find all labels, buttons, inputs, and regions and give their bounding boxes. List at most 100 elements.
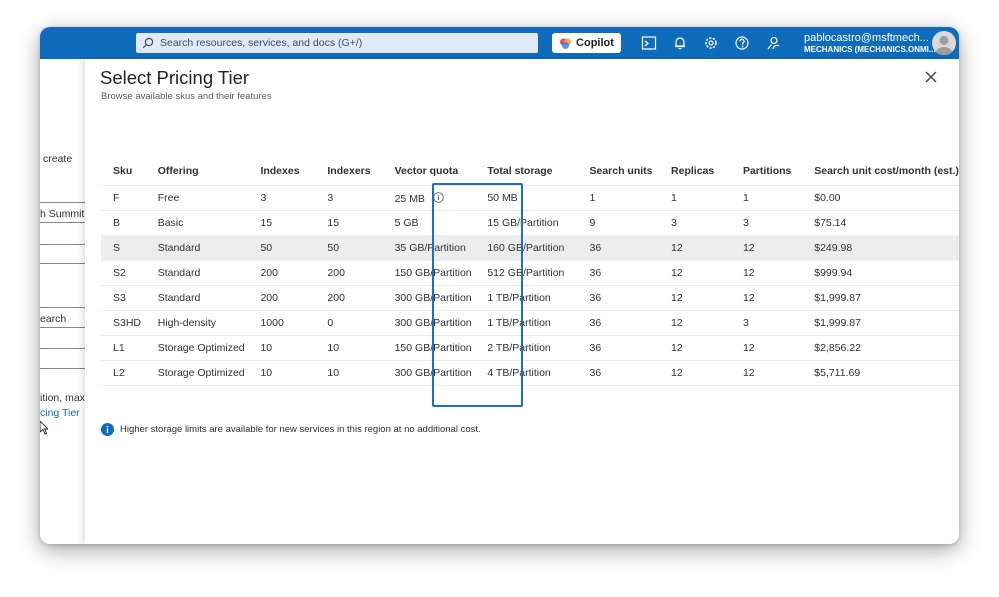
cell-text: 12 — [742, 342, 755, 354]
avatar[interactable] — [932, 31, 956, 55]
column-header[interactable]: Indexers — [315, 157, 383, 186]
table-cell: F — [101, 185, 146, 211]
bg-link-pricing-tier[interactable]: cing Tier — [40, 407, 80, 419]
bg-field-border — [40, 202, 85, 203]
table-row[interactable]: F Free 3 3 25 MB 50 MB 1 1 1 $0.00 — [101, 185, 959, 211]
info-circle-icon[interactable] — [433, 191, 444, 203]
vector-quota-cell: 300 GB/Partition — [382, 310, 476, 336]
table-row[interactable]: S Standard 50 50 35 GB/Partition 160 GB/Parti… — [101, 235, 959, 261]
cell-text: 150 GB/Partition — [394, 267, 472, 279]
cell-text: 15 GB/Partition — [487, 217, 559, 229]
vector-quota-cell: 150 GB/Partition — [382, 260, 476, 286]
table-cell: $249.98 — [802, 235, 959, 261]
cell-text: 1 TB/Partition — [487, 292, 551, 304]
column-header[interactable]: Offering — [145, 157, 249, 186]
table-row[interactable]: S3HD High-density 1000 0 300 GB/Partition 1 T… — [101, 310, 959, 336]
table-row[interactable]: L1 Storage Optimized 10 10 150 GB/Partition 2… — [101, 335, 959, 361]
cell-text: S — [113, 242, 121, 254]
table-cell: Standard — [145, 285, 249, 311]
copilot-icon — [560, 38, 572, 49]
vector-quota-cell: 300 GB/Partition — [382, 360, 476, 386]
bg-field-border — [40, 222, 85, 223]
cell-text: 200 — [260, 292, 278, 304]
cell-text: 35 GB/Partition — [394, 242, 466, 254]
table-cell: 12 — [730, 260, 803, 286]
cell-text: Free — [157, 192, 180, 204]
table-cell: S3 — [101, 285, 146, 311]
column-header[interactable]: Sku — [101, 157, 146, 186]
gear-icon[interactable] — [703, 35, 719, 51]
cell-text: 5 GB — [394, 217, 419, 229]
column-header-vector-quota[interactable]: Vector quota — [382, 157, 476, 186]
cell-text: L1 — [113, 342, 125, 354]
cell-text: $5,711.69 — [814, 367, 861, 379]
info-message: Higher storage limits are available for … — [101, 423, 481, 436]
table-cell: 3 — [315, 185, 383, 211]
cell-text: $1,999.87 — [814, 292, 861, 304]
bg-text-summit: h Summit — [40, 208, 85, 220]
table-cell: 15 — [315, 210, 383, 236]
table-row[interactable]: L2 Storage Optimized 10 10 300 GB/Partition 4… — [101, 360, 959, 386]
cloud-shell-icon[interactable] — [641, 35, 657, 51]
cell-text: 1000 — [260, 317, 284, 329]
cell-text: B — [113, 217, 121, 229]
table-cell: 4 TB/Partition — [475, 360, 578, 386]
table-cell: 12 — [730, 235, 803, 261]
user-name[interactable]: pablocastro@msftmech... — [804, 32, 929, 44]
copilot-button[interactable]: Copilot — [552, 33, 621, 53]
cell-text: 50 — [260, 242, 273, 254]
cell-text: 1 — [671, 192, 677, 204]
table-cell: L1 — [101, 335, 146, 361]
table-cell: 10 — [315, 360, 383, 386]
pricing-tier-blade: Select Pricing Tier Browse available sku… — [85, 59, 959, 544]
cell-text: 12 — [742, 367, 755, 379]
cell-text: Storage Optimized — [157, 342, 245, 354]
column-header[interactable]: Total storage — [475, 157, 578, 186]
table-cell: 50 — [248, 235, 316, 261]
column-header[interactable]: Search units — [577, 157, 660, 186]
feedback-icon[interactable] — [765, 35, 781, 51]
table-cell: 12 — [659, 260, 731, 286]
search-input[interactable]: Search resources, services, and docs (G+… — [136, 33, 538, 53]
cell-text: L2 — [113, 367, 125, 379]
table-row[interactable]: B Basic 15 15 5 GB 15 GB/Partition 9 3 3 $75.14 — [101, 210, 959, 236]
cell-text: 12 — [742, 242, 755, 254]
cell-text: 12 — [671, 342, 683, 354]
table-cell: 10 — [248, 335, 316, 361]
cell-text: 300 GB/Partition — [394, 317, 472, 329]
column-header[interactable]: Replicas — [659, 157, 731, 186]
table-cell: 36 — [577, 285, 660, 311]
table-header-row: Sku Offering Indexes Indexers Vector quo… — [101, 157, 959, 186]
cell-text: 36 — [589, 292, 602, 304]
table-cell: 12 — [659, 335, 731, 361]
cell-text: $249.98 — [814, 242, 853, 254]
cell-text: Standard — [157, 242, 201, 254]
cell-text: 12 — [742, 267, 755, 279]
table-cell: Storage Optimized — [145, 360, 249, 386]
cell-text: S3HD — [113, 317, 142, 329]
cell-text: 36 — [589, 342, 602, 354]
close-icon[interactable] — [924, 70, 938, 84]
cell-text: 10 — [260, 367, 273, 379]
cell-text: 1 — [742, 192, 749, 204]
table-row[interactable]: S2 Standard 200 200 150 GB/Partition 512 GB/P… — [101, 260, 959, 286]
bg-field-border — [40, 368, 85, 369]
table-cell: 3 — [730, 310, 803, 336]
table-cell: 3 — [659, 210, 731, 236]
bg-field-border — [40, 327, 85, 328]
bell-icon[interactable] — [672, 35, 688, 51]
user-org[interactable]: MECHANICS (MECHANICS.ONMI... — [804, 45, 936, 54]
table-cell: $1,999.87 — [802, 285, 959, 311]
table-row[interactable]: S3 Standard 200 200 300 GB/Partition 1 TB/Par… — [101, 285, 959, 311]
bg-field-border — [40, 348, 85, 349]
column-header[interactable]: Partitions — [730, 157, 803, 186]
cell-text: 3 — [671, 217, 677, 229]
table-cell: B — [101, 210, 146, 236]
column-header[interactable]: Indexes — [248, 157, 316, 186]
blade-subtitle: Browse available skus and their features — [101, 91, 272, 102]
help-icon[interactable] — [734, 35, 750, 51]
table-cell: L2 — [101, 360, 146, 386]
cell-text: Standard — [157, 292, 201, 304]
column-header[interactable]: Search unit cost/month (est.) — [802, 157, 959, 186]
table-cell: 36 — [577, 235, 660, 261]
